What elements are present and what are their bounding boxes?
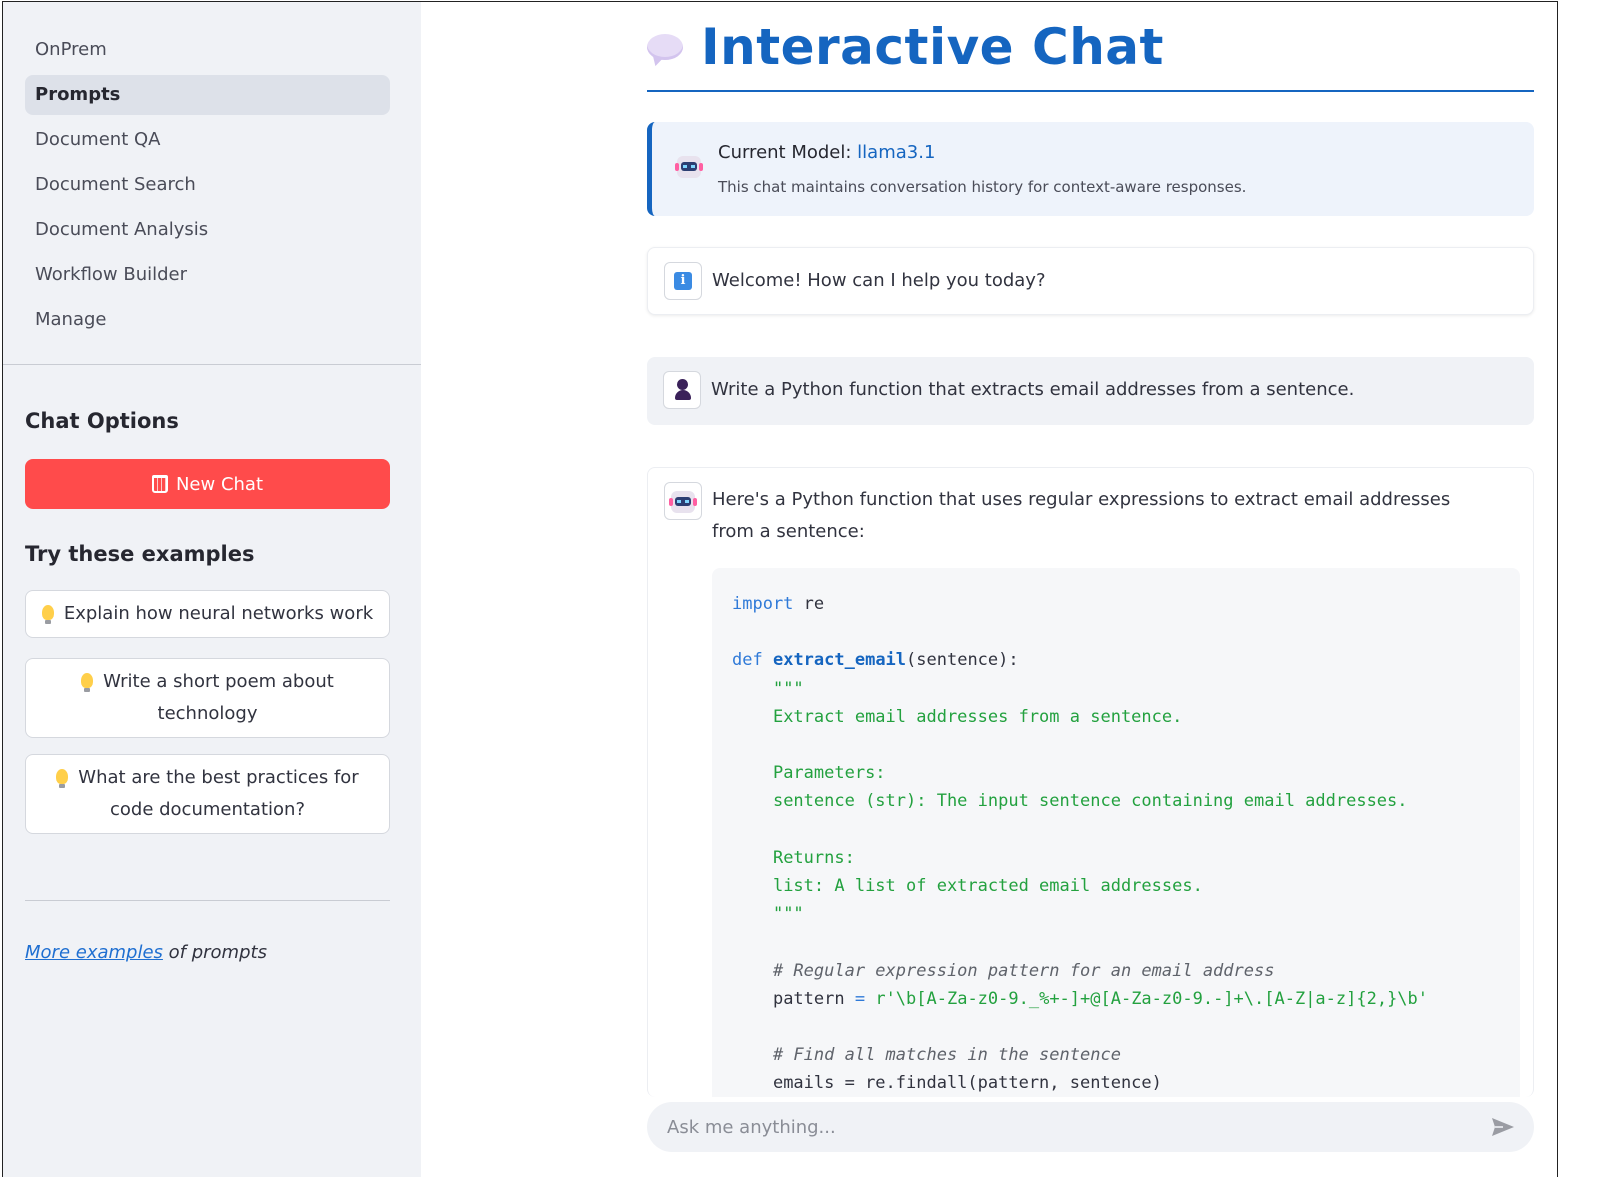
chat-input[interactable] [647,1102,1534,1152]
sidebar-divider [25,900,390,901]
model-description: This chat maintains conversation history… [718,178,1247,196]
lightbulb-icon [81,673,94,692]
chat-message-assistant: Here's a Python function that uses regul… [647,467,1534,1097]
example-button-2[interactable]: Write a short poem about technology [25,658,390,738]
info-icon: i [674,272,692,290]
nav-item-manage[interactable]: Manage [25,300,390,340]
example-label: What are the best practices for code doc… [78,767,359,820]
nav-item-prompts[interactable]: Prompts [25,75,390,115]
wastebasket-icon [151,475,168,493]
main-content: Interactive Chat Current Model: llama3.1… [421,2,1557,1177]
chat-message-user: Write a Python function that extracts em… [647,357,1534,425]
message-text: Here's a Python function that uses regul… [712,489,1451,542]
page-title: Interactive Chat [701,18,1164,76]
example-label: Explain how neural networks work [63,603,374,624]
new-chat-button[interactable]: New Chat [25,459,390,509]
nav-item-document-qa[interactable]: Document QA [25,120,390,160]
nav-item-document-search[interactable]: Document Search [25,165,390,205]
more-examples-suffix: of prompts [162,942,267,963]
robot-icon [675,156,703,178]
examples-heading: Try these examples [25,542,255,566]
current-model-name: llama3.1 [857,142,936,163]
sidebar: OnPrem Prompts Document QA Document Sear… [3,2,421,1177]
current-model-label: Current Model: [718,142,858,163]
nav-item-onprem[interactable]: OnPrem [25,30,390,70]
robot-icon [669,491,697,513]
model-info-box: Current Model: llama3.1 This chat mainta… [647,122,1534,216]
send-icon[interactable] [1491,1117,1515,1137]
nav-item-document-analysis[interactable]: Document Analysis [25,210,390,250]
user-avatar [663,371,701,409]
current-model-line: Current Model: llama3.1 [718,142,935,163]
assistant-avatar [664,482,702,520]
chat-message-welcome: i Welcome! How can I help you today? [647,247,1534,315]
code-block[interactable]: import re def extract_email(sentence): "… [712,568,1520,1097]
app-window: OnPrem Prompts Document QA Document Sear… [2,1,1558,1177]
speech-bubble-icon [647,34,683,60]
new-chat-label: New Chat [175,473,264,495]
sidebar-nav: OnPrem Prompts Document QA Document Sear… [25,30,390,345]
assistant-avatar: i [664,262,702,300]
lightbulb-icon [56,769,69,788]
title-divider [647,90,1534,92]
more-examples-text: More examples of prompts [25,942,267,963]
example-button-1[interactable]: Explain how neural networks work [25,590,390,638]
lightbulb-icon [41,605,54,624]
page-header: Interactive Chat [647,18,1164,76]
nav-divider [3,364,421,365]
more-examples-link[interactable]: More examples [25,942,163,963]
example-button-3[interactable]: What are the best practices for code doc… [25,754,390,834]
message-text: Write a Python function that extracts em… [711,379,1355,400]
example-label: Write a short poem about technology [103,671,334,724]
chat-options-heading: Chat Options [25,409,179,433]
user-icon [675,379,691,401]
message-text: Welcome! How can I help you today? [712,270,1046,291]
nav-item-workflow-builder[interactable]: Workflow Builder [25,255,390,295]
